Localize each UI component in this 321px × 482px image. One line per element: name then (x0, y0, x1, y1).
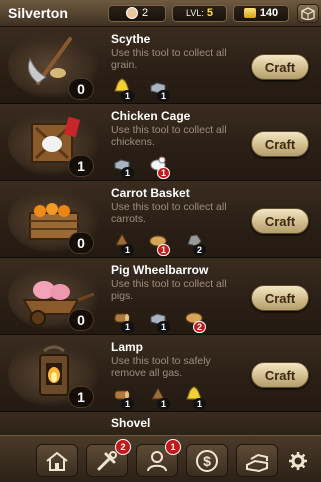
inventory-box-button[interactable] (297, 3, 319, 23)
craft-button[interactable]: Craft (251, 131, 309, 157)
notification-badge: 1 (165, 439, 181, 455)
tool-description: Use this tool to collect all carrots. (111, 201, 227, 225)
tool-name: Pig Wheelbarrow (111, 263, 209, 277)
requirement-bell[interactable]: 1 (109, 76, 137, 102)
craft-button[interactable]: Craft (251, 285, 309, 311)
tools-icon (97, 450, 117, 470)
requirement-wood[interactable]: 1 (109, 230, 137, 256)
svg-text:$: $ (203, 453, 211, 469)
requirement-log[interactable]: 1 (109, 307, 137, 333)
requirements: 1 1 (109, 153, 173, 179)
requirement-stone[interactable]: 2 (181, 230, 209, 256)
requirement-qty: 1 (121, 244, 134, 256)
tool-list[interactable]: 0 Scythe Use this tool to collect all gr… (0, 27, 321, 435)
tool-row-carrot-basket: 0 Carrot Basket Use this tool to collect… (0, 181, 321, 258)
requirements: 1 1 1 (109, 384, 209, 410)
requirement-wood[interactable]: 1 (145, 384, 173, 410)
tool-name: Carrot Basket (111, 186, 190, 200)
nav-workers-button[interactable]: 1 (136, 439, 181, 477)
nav-town-button[interactable] (36, 444, 78, 477)
gold-counter[interactable]: 140 (233, 4, 289, 22)
box-icon (301, 6, 315, 20)
tool-count: 0 (68, 309, 94, 331)
dollar-coin-icon: $ (196, 449, 218, 472)
craft-button[interactable]: Craft (251, 362, 309, 388)
worker-icon (147, 450, 167, 471)
requirement-chicken[interactable]: 1 (145, 153, 173, 179)
requirement-bread[interactable]: 2 (181, 307, 209, 333)
gold-value: 140 (259, 7, 279, 19)
requirement-qty-missing: 1 (157, 244, 170, 256)
level-value: 5 (206, 7, 213, 19)
nav-resources-button[interactable] (236, 444, 278, 477)
requirement-qty: 1 (121, 398, 134, 410)
tool-name: Chicken Cage (111, 109, 191, 123)
requirement-bread[interactable]: 1 (145, 230, 173, 256)
population-value: 2 (141, 7, 149, 19)
level-indicator[interactable]: LVL: 5 (172, 4, 227, 22)
tool-row-scythe: 0 Scythe Use this tool to collect all gr… (0, 27, 321, 104)
requirement-bell[interactable]: 1 (181, 384, 209, 410)
requirement-qty-missing: 1 (157, 167, 170, 179)
tool-count: 0 (68, 232, 94, 254)
tool-row-lamp: 1 Lamp Use this tool to safely remove al… (0, 335, 321, 412)
requirement-qty: 2 (193, 244, 206, 256)
worker-face-icon (125, 7, 138, 19)
requirement-qty: 1 (121, 167, 134, 179)
requirements: 1 1 2 (109, 230, 209, 256)
gold-coins-icon (243, 8, 256, 18)
requirement-metal[interactable]: 1 (145, 307, 173, 333)
requirement-qty: 1 (121, 90, 134, 102)
nav-store-button[interactable]: $ (186, 444, 228, 477)
ingots-icon (246, 453, 268, 472)
tool-name: Shovel (111, 416, 151, 430)
requirement-metal[interactable]: 1 (109, 153, 137, 179)
nav-tools-button[interactable]: 2 (86, 439, 131, 477)
requirement-qty: 1 (121, 321, 134, 333)
craft-button[interactable]: Craft (251, 54, 309, 80)
tool-row-shovel: Shovel (0, 412, 321, 435)
tool-row-chicken-cage: 1 Chicken Cage Use this tool to collect … (0, 104, 321, 181)
tool-description: Use this tool to collect all pigs. (111, 278, 227, 302)
requirement-metal[interactable]: 1 (145, 76, 173, 102)
gear-icon (289, 452, 307, 470)
tool-name: Scythe (111, 32, 151, 46)
craft-button[interactable]: Craft (251, 208, 309, 234)
tool-count: 0 (68, 78, 94, 100)
requirement-qty: 1 (193, 398, 206, 410)
requirement-qty: 1 (157, 398, 170, 410)
top-bar: Silverton 2 LVL: 5 140 (0, 0, 321, 27)
settings-button[interactable] (287, 450, 309, 472)
population-counter[interactable]: 2 (108, 4, 166, 22)
notification-badge: 2 (115, 439, 131, 455)
requirements: 1 1 2 (109, 307, 209, 333)
requirements: 1 1 (109, 76, 173, 102)
tool-count: 1 (68, 155, 94, 177)
requirement-qty: 1 (157, 321, 170, 333)
town-name: Silverton (8, 5, 68, 21)
bottom-nav-bar: 2 1 $ (0, 435, 321, 482)
requirement-qty-missing: 2 (193, 321, 206, 333)
tool-description: Use this tool to collect all chickens. (111, 124, 227, 148)
level-label: LVL: (186, 8, 204, 18)
tool-description: Use this tool to safely remove all gas. (111, 355, 211, 379)
tool-name: Lamp (111, 340, 144, 354)
house-icon (46, 451, 68, 471)
requirement-qty: 1 (157, 90, 170, 102)
tool-count: 1 (68, 386, 94, 408)
tool-description: Use this tool to collect all grain. (111, 47, 227, 71)
requirement-log[interactable]: 1 (109, 384, 137, 410)
tool-row-pig-wheelbarrow: 0 Pig Wheelbarrow Use this tool to colle… (0, 258, 321, 335)
